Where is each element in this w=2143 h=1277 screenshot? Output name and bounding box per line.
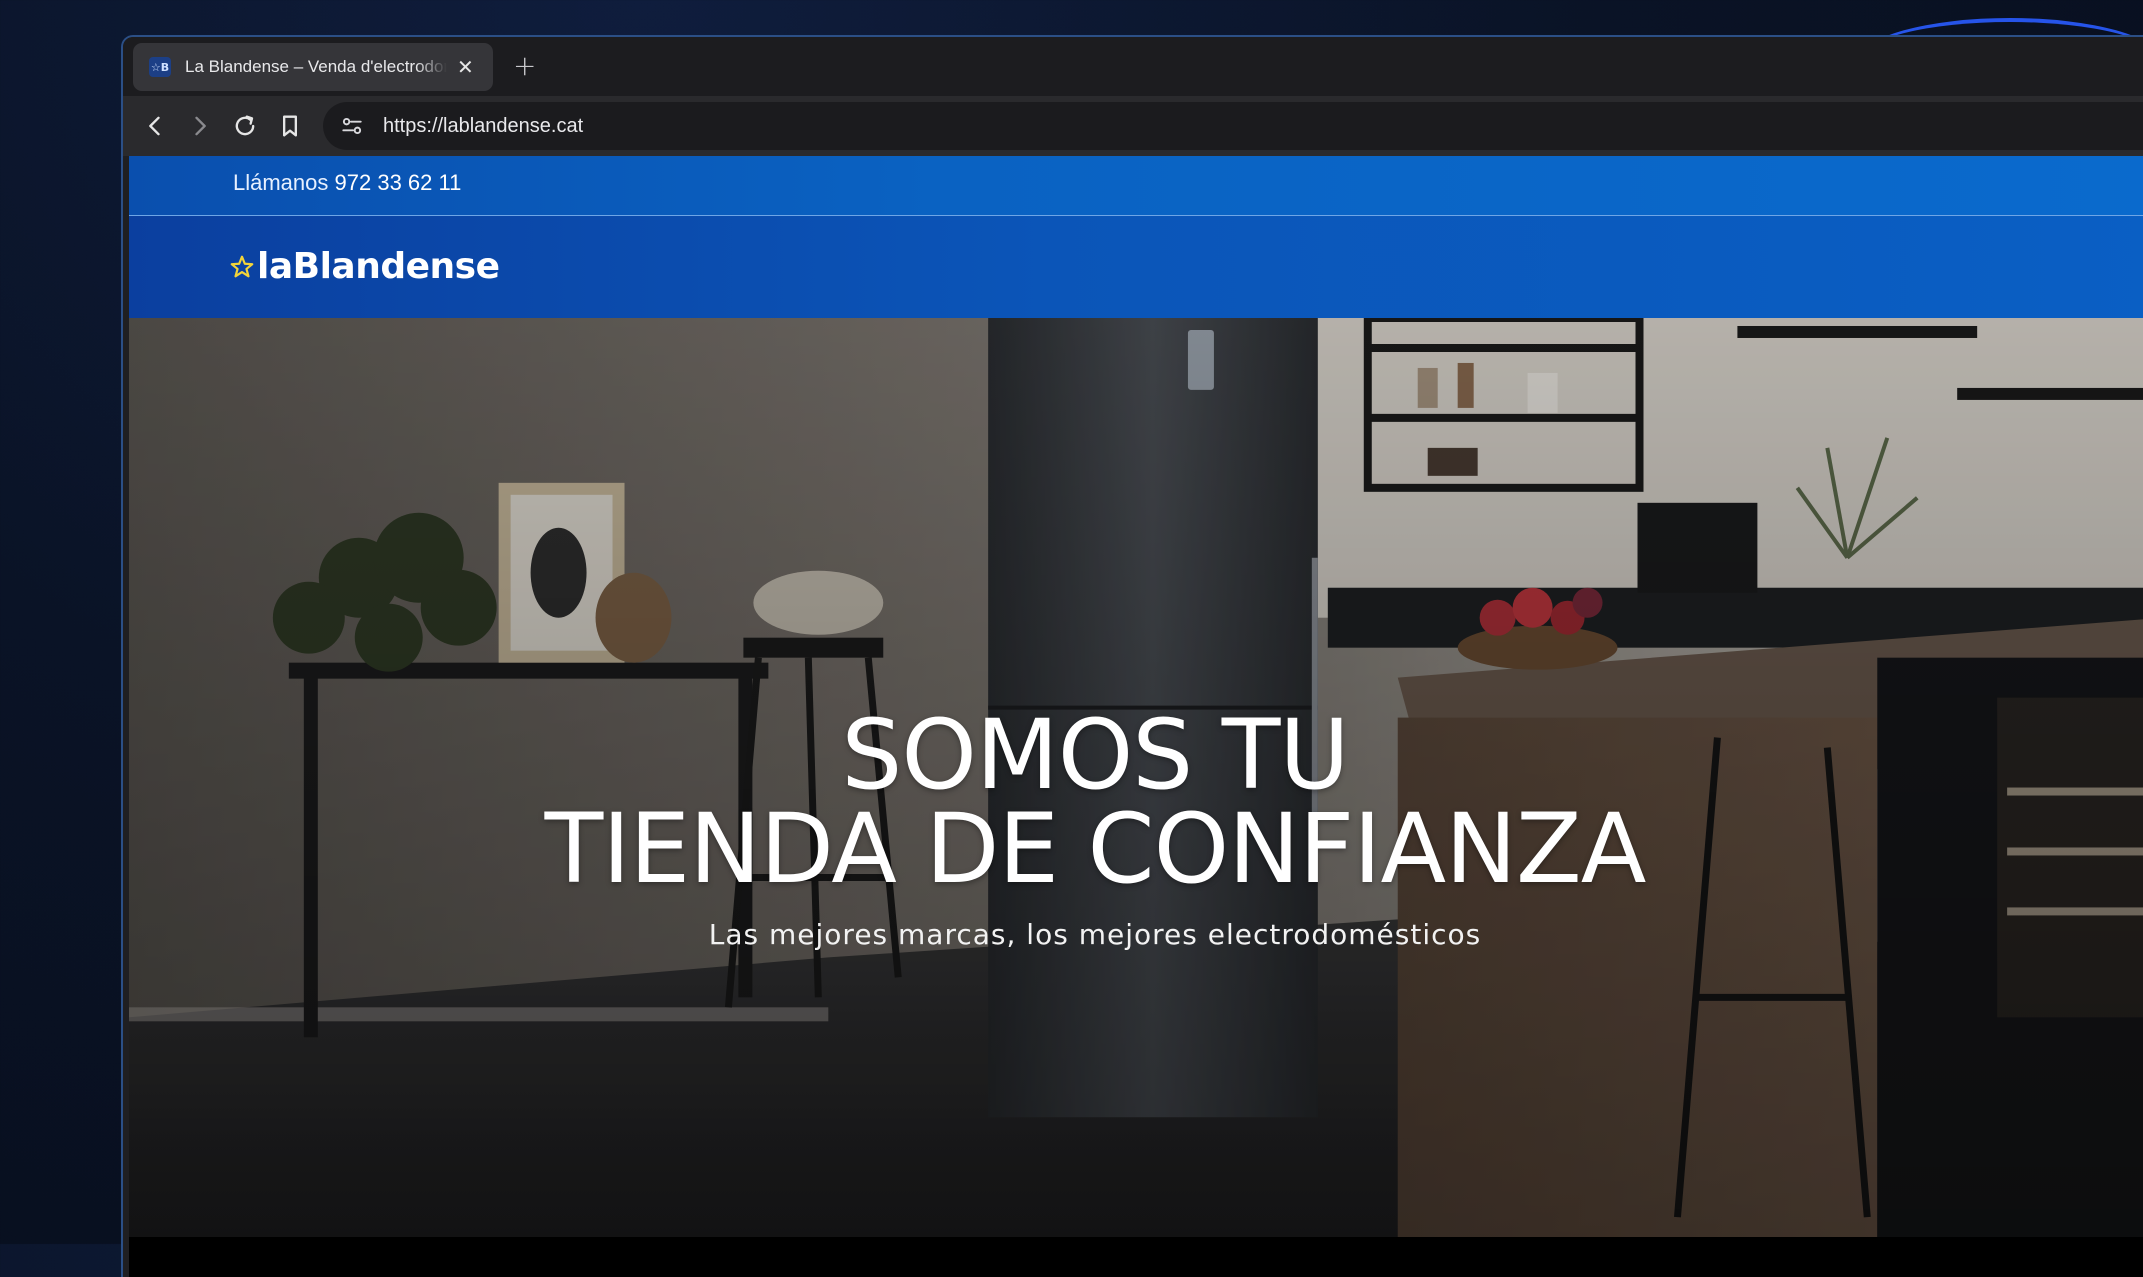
site-logo[interactable]: laBlandense <box>229 246 500 287</box>
browser-toolbar: https://lablandense.cat <box>123 96 2143 156</box>
contact-bar: Llámanos 972 33 62 11 <box>129 156 2143 216</box>
site-favicon-icon: ☆B <box>149 57 171 77</box>
hero-title-line-1: SOMOS TU <box>841 699 1349 811</box>
hero-text: SOMOS TU TIENDA DE CONFIANZA Las mejores… <box>129 699 2061 951</box>
back-button[interactable] <box>138 109 172 143</box>
url-text[interactable]: https://lablandense.cat <box>383 115 583 138</box>
logo-text: laBlandense <box>257 246 500 287</box>
site-header: laBlandense <box>129 216 2143 318</box>
phone-contact[interactable]: Llámanos 972 33 62 11 <box>233 170 461 196</box>
star-icon <box>230 255 254 277</box>
reload-icon <box>235 115 255 136</box>
site-settings-icon[interactable] <box>339 113 365 139</box>
tab-title: La Blandense – Venda d'electrodomèstics <box>185 57 447 76</box>
bookmark-button[interactable] <box>273 109 307 143</box>
tab-strip: ☆B La Blandense – Venda d'electrodomèsti… <box>123 37 2143 96</box>
browser-tab-active[interactable]: ☆B La Blandense – Venda d'electrodomèsti… <box>133 43 493 91</box>
hero-subtitle: Las mejores marcas, los mejores electrod… <box>708 918 1482 951</box>
browser-window: ☆B La Blandense – Venda d'electrodomèsti… <box>121 35 2143 1277</box>
hero-title-line-2: TIENDA DE CONFIANZA <box>544 793 1647 905</box>
arrow-left-icon <box>149 116 160 136</box>
web-page: Llámanos 972 33 62 11 laBlandense SOMOS … <box>129 156 2143 1277</box>
bookmark-icon <box>283 115 297 137</box>
reload-button[interactable] <box>228 109 262 143</box>
call-label: Llámanos <box>233 170 329 195</box>
close-tab-icon[interactable]: ✕ <box>457 57 474 77</box>
forward-button[interactable] <box>183 109 217 143</box>
hero-banner: SOMOS TU TIENDA DE CONFIANZA Las mejores… <box>129 318 2143 1277</box>
arrow-right-icon <box>195 116 206 136</box>
hero-title: SOMOS TU TIENDA DE CONFIANZA <box>129 699 2061 905</box>
phone-number[interactable]: 972 33 62 11 <box>335 170 462 195</box>
new-tab-button[interactable]: + <box>513 49 536 82</box>
address-bar[interactable]: https://lablandense.cat <box>323 102 2143 150</box>
